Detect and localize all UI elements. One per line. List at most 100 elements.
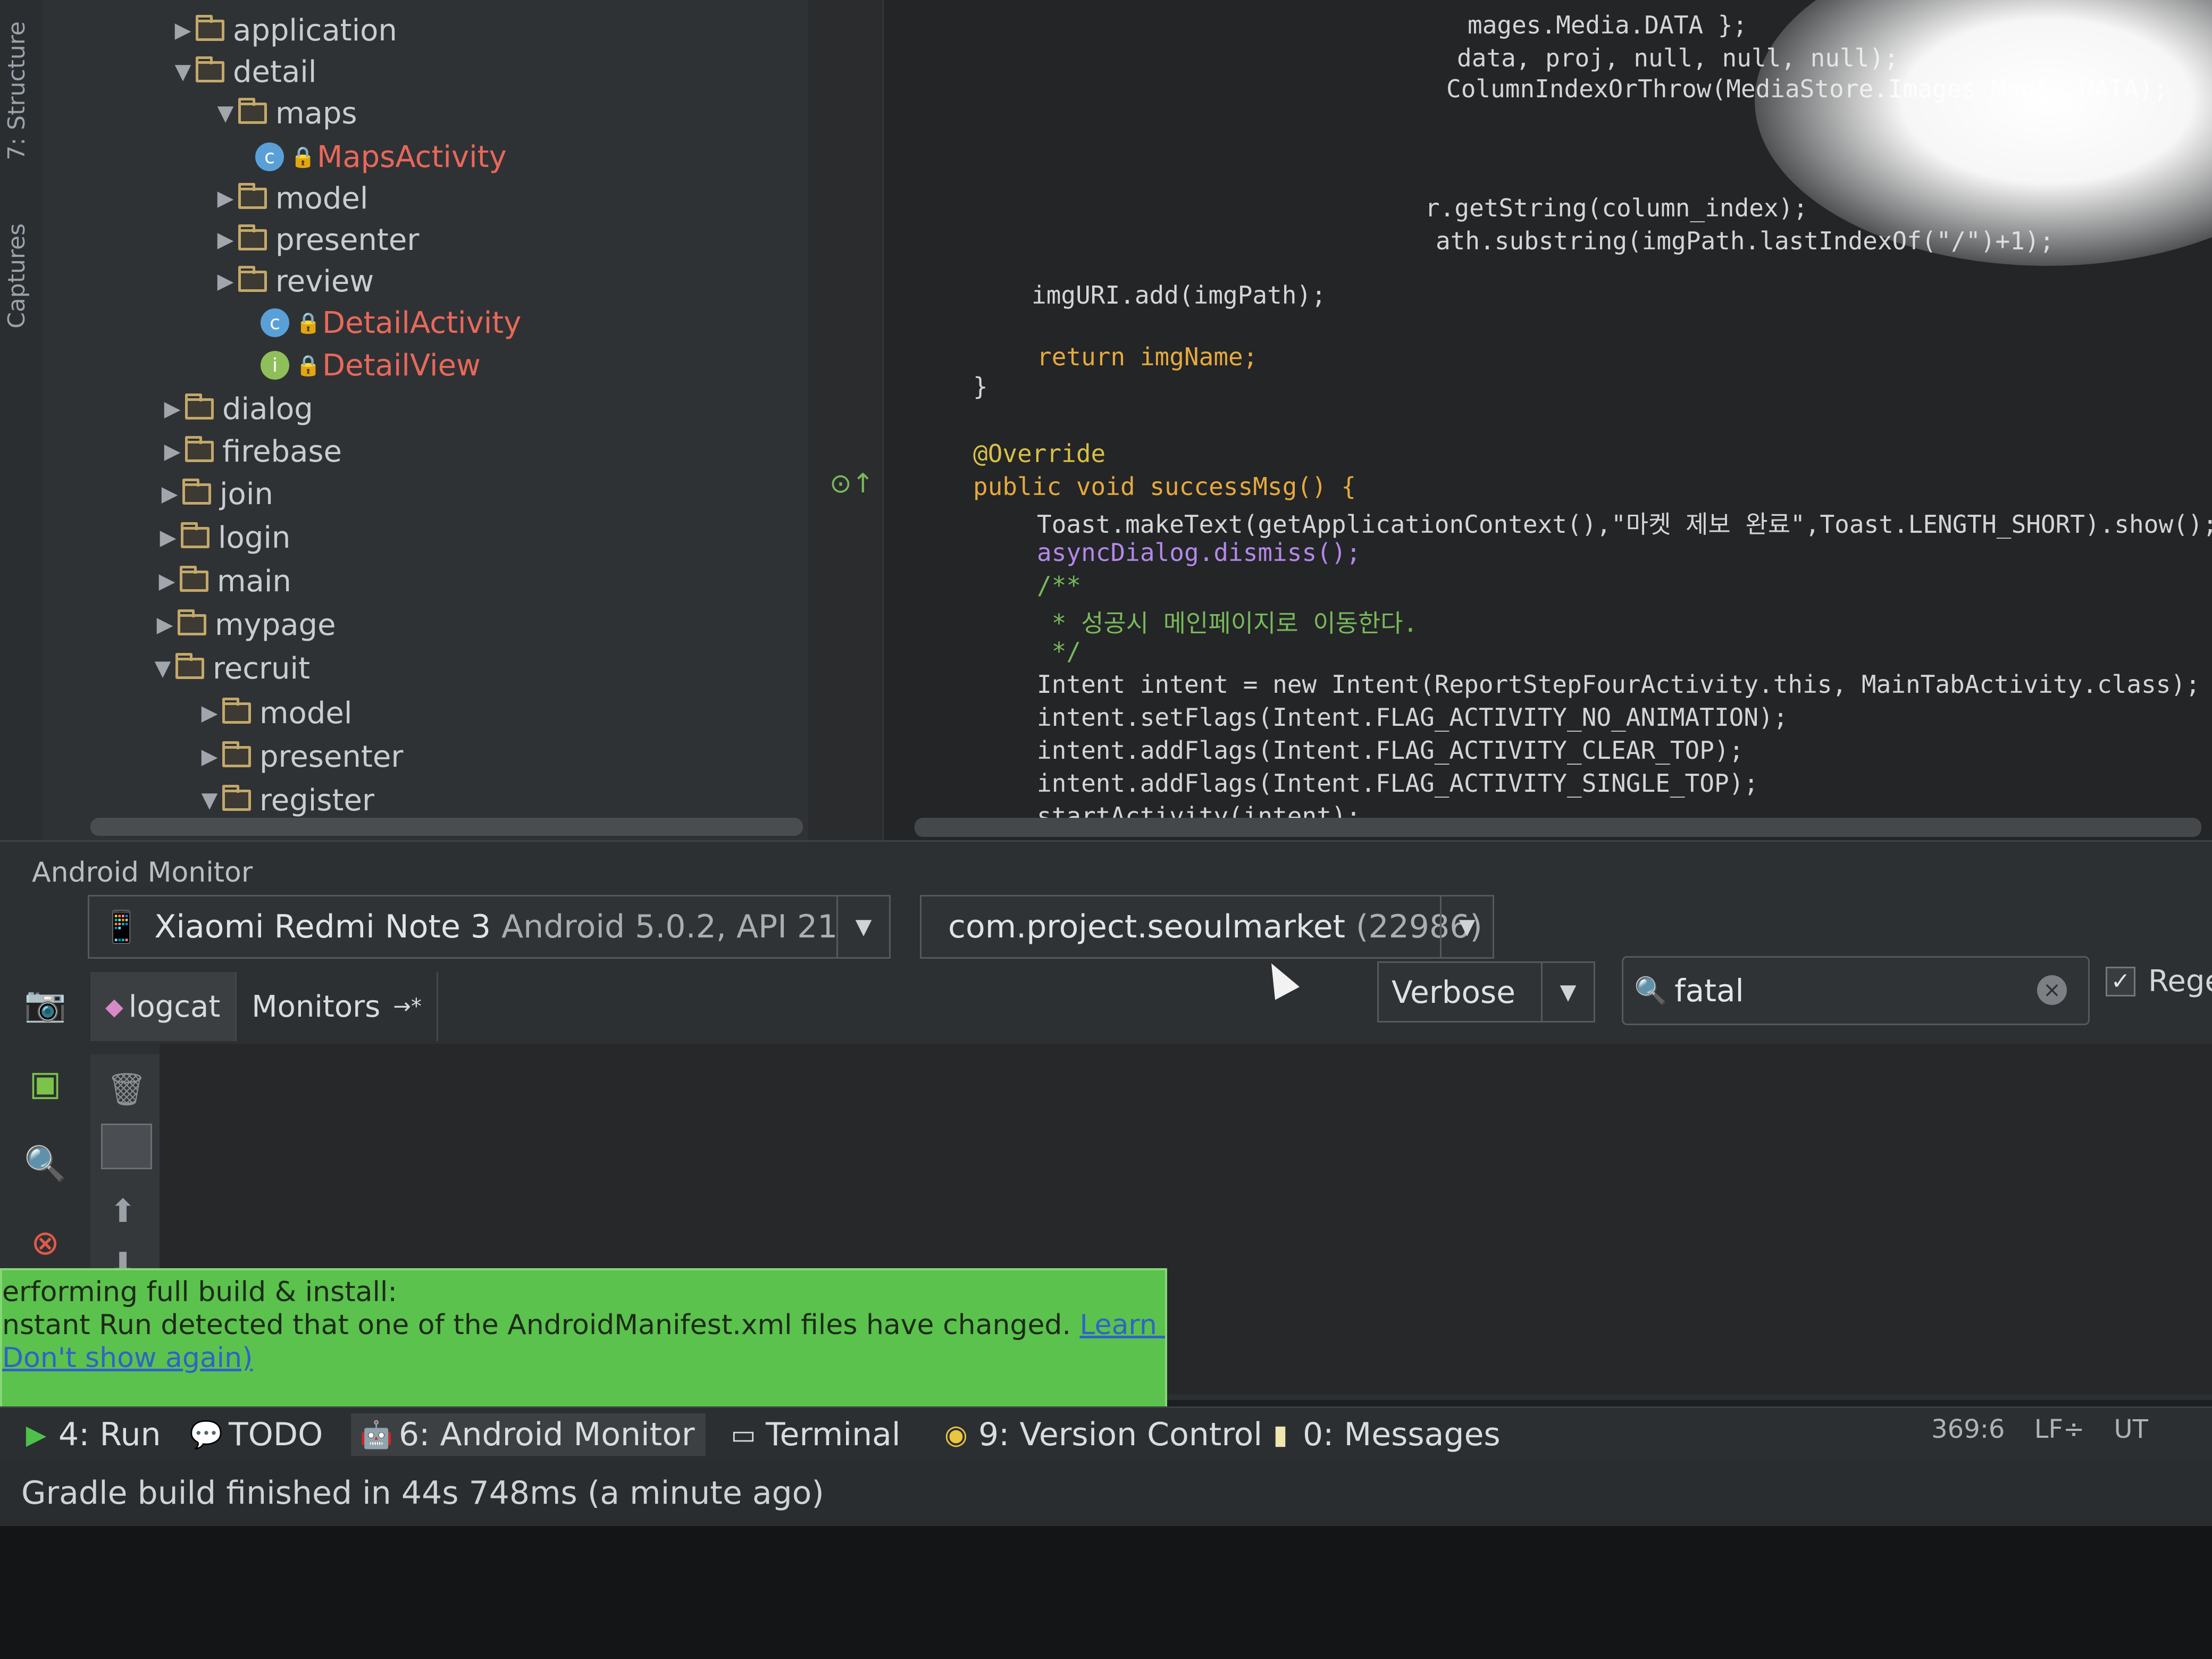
collapsed-arrow-icon[interactable]: ▶ xyxy=(170,18,196,43)
stop-icon[interactable]: ⊗ xyxy=(21,1219,69,1267)
tree-item-recruit-model[interactable]: ▶ model xyxy=(197,693,353,733)
tree-horizontal-scrollbar[interactable] xyxy=(90,818,803,836)
regex-checkbox[interactable]: ✓ Rege xyxy=(2106,964,2212,999)
todo-tool-button[interactable]: 💬 TODO xyxy=(190,1413,323,1456)
editor-horizontal-scrollbar[interactable] xyxy=(915,818,2201,837)
pin-icon[interactable]: →* xyxy=(393,994,422,1019)
logcat-search-input[interactable] xyxy=(1673,972,2016,1009)
log-level-dropdown[interactable]: Verbose ▼ xyxy=(1377,961,1595,1023)
code-line: @Override xyxy=(973,439,1106,468)
file-encoding[interactable]: UT xyxy=(2114,1414,2148,1444)
tool-label: 9: Version Control xyxy=(978,1416,1263,1453)
code-line: intent.addFlags(Intent.FLAG_ACTIVITY_CLE… xyxy=(1037,736,1744,765)
learn-more-link[interactable]: Learn More xyxy=(1080,1309,1165,1341)
clear-icon[interactable]: × xyxy=(2037,975,2067,1005)
captures-tab[interactable]: Captures xyxy=(3,223,30,329)
folder-icon xyxy=(180,566,208,592)
tree-item-mapsactivity[interactable]: c 🔒 MapsActivity xyxy=(255,137,507,177)
record-icon[interactable]: ▣ xyxy=(21,1060,69,1108)
code-line: * 성공시 메인페이지로 이동한다. xyxy=(1037,609,1418,638)
messages-tool-button[interactable]: ▮ 0: Messages xyxy=(1266,1413,1500,1456)
trash-icon[interactable]: 🗑 xyxy=(106,1070,147,1108)
expanded-arrow-icon[interactable]: ▼ xyxy=(150,656,175,681)
tree-item-recruit[interactable]: ▼ recruit xyxy=(150,649,310,688)
arrow-up-icon[interactable]: ⬆ xyxy=(110,1193,136,1230)
code-line: */ xyxy=(1037,637,1082,666)
collapsed-arrow-icon[interactable]: ▶ xyxy=(157,482,182,506)
folder-icon xyxy=(238,224,267,250)
tab-label: logcat xyxy=(128,989,221,1024)
run-tool-button[interactable]: ▶ 4: Run xyxy=(21,1413,161,1456)
collapsed-arrow-icon[interactable]: ▶ xyxy=(160,439,185,464)
code-line: mages.Media.DATA }; xyxy=(1468,11,1748,39)
scroll-to-end-icon[interactable] xyxy=(101,1124,152,1169)
chevron-down-icon[interactable]: ▼ xyxy=(1440,896,1493,957)
process-dropdown[interactable]: com.project.seoulmarket (22986) ▼ xyxy=(920,895,1494,959)
override-marker-icon[interactable]: ⊙↑ xyxy=(830,468,874,499)
folder-icon xyxy=(175,653,204,679)
tree-item-firebase[interactable]: ▶ firebase xyxy=(160,432,342,471)
camera-icon[interactable]: 📷 xyxy=(21,980,69,1028)
tree-item-presenter[interactable]: ▶ presenter xyxy=(213,220,420,259)
tree-item-recruit-presenter[interactable]: ▶ presenter xyxy=(197,737,404,776)
class-icon: c xyxy=(261,308,289,337)
tree-item-detailview[interactable]: i 🔒 DetailView xyxy=(261,346,481,385)
checkbox-checked-icon[interactable]: ✓ xyxy=(2106,966,2135,996)
dont-show-again-link[interactable]: Don't show again) xyxy=(2,1342,253,1374)
tree-item-label: firebase xyxy=(222,434,342,469)
chevron-down-icon[interactable]: ▼ xyxy=(1541,963,1594,1021)
android-monitor-tool-button[interactable]: 🤖 6: Android Monitor xyxy=(351,1413,706,1456)
tool-label: Terminal xyxy=(766,1416,901,1453)
tree-item-dialog[interactable]: ▶ dialog xyxy=(160,389,313,429)
status-bar: Gradle build finished in 44s 748ms (a mi… xyxy=(0,1414,2212,1526)
tree-item-label: main xyxy=(217,564,291,599)
code-editor[interactable]: ⊙↑ mages.Media.DATA }; data, proj, null,… xyxy=(808,0,2212,840)
monitor-bezel xyxy=(0,1526,2212,1659)
tree-item-mypage[interactable]: ▶ mypage xyxy=(152,605,336,644)
collapsed-arrow-icon[interactable]: ▶ xyxy=(213,228,238,252)
tree-item-main[interactable]: ▶ main xyxy=(154,562,291,601)
tab-logcat[interactable]: ◆ logcat xyxy=(90,972,237,1041)
collapsed-arrow-icon[interactable]: ▶ xyxy=(197,701,222,725)
code-line: } xyxy=(973,372,988,401)
tree-item-review[interactable]: ▶ review xyxy=(213,262,374,301)
chevron-down-icon[interactable]: ▼ xyxy=(836,896,889,957)
folder-icon xyxy=(196,56,224,82)
code-line: return imgName; xyxy=(1037,342,1258,371)
terminal-tool-button[interactable]: ▭ Terminal xyxy=(728,1413,901,1456)
collapsed-arrow-icon[interactable]: ▶ xyxy=(213,186,238,211)
tree-item-detail[interactable]: ▼ detail xyxy=(170,52,317,91)
tree-item-application[interactable]: ▶ application xyxy=(170,11,397,50)
tree-item-label: DetailView xyxy=(322,348,481,383)
expanded-arrow-icon[interactable]: ▼ xyxy=(170,60,196,84)
collapsed-arrow-icon[interactable]: ▶ xyxy=(152,613,178,637)
tree-item-login[interactable]: ▶ login xyxy=(155,518,291,557)
folder-icon xyxy=(222,698,251,724)
collapsed-arrow-icon[interactable]: ▶ xyxy=(213,269,238,294)
caret-position[interactable]: 369:6 xyxy=(1931,1414,2005,1444)
collapsed-arrow-icon[interactable]: ▶ xyxy=(160,397,185,421)
search-icon[interactable]: 🔍 xyxy=(1634,975,1667,1007)
search-icon[interactable]: 🔍 xyxy=(21,1139,69,1187)
tree-item-model[interactable]: ▶ model xyxy=(213,179,368,218)
logcat-search-field[interactable]: 🔍 × xyxy=(1622,956,2090,1025)
tree-item-detailactivity[interactable]: c 🔒 DetailActivity xyxy=(261,303,521,342)
tab-monitors[interactable]: Monitors →* xyxy=(237,972,438,1041)
device-dropdown[interactable]: 📱 Xiaomi Redmi Note 3 Android 5.0.2, API… xyxy=(88,895,891,959)
version-control-tool-button[interactable]: ◉ 9: Version Control xyxy=(941,1413,1262,1456)
expanded-arrow-icon[interactable]: ▼ xyxy=(197,788,222,812)
android-icon: 🤖 xyxy=(359,1419,393,1450)
collapsed-arrow-icon[interactable]: ▶ xyxy=(154,569,180,593)
expanded-arrow-icon[interactable]: ▼ xyxy=(213,101,238,125)
tree-item-join[interactable]: ▶ join xyxy=(157,474,273,514)
run-icon: ▶ xyxy=(26,1419,47,1450)
tree-item-maps[interactable]: ▼ maps xyxy=(213,94,357,133)
version-control-icon: ◉ xyxy=(944,1419,968,1450)
status-message: Gradle build finished in 44s 748ms (a mi… xyxy=(21,1474,824,1512)
status-right: 369:6 LF÷ UT xyxy=(1931,1414,2148,1444)
collapsed-arrow-icon[interactable]: ▶ xyxy=(155,525,181,550)
structure-tab[interactable]: 7: Structure xyxy=(3,21,30,161)
tree-item-register[interactable]: ▼ register xyxy=(197,781,374,820)
line-separator[interactable]: LF÷ xyxy=(2034,1414,2085,1444)
collapsed-arrow-icon[interactable]: ▶ xyxy=(197,744,222,769)
